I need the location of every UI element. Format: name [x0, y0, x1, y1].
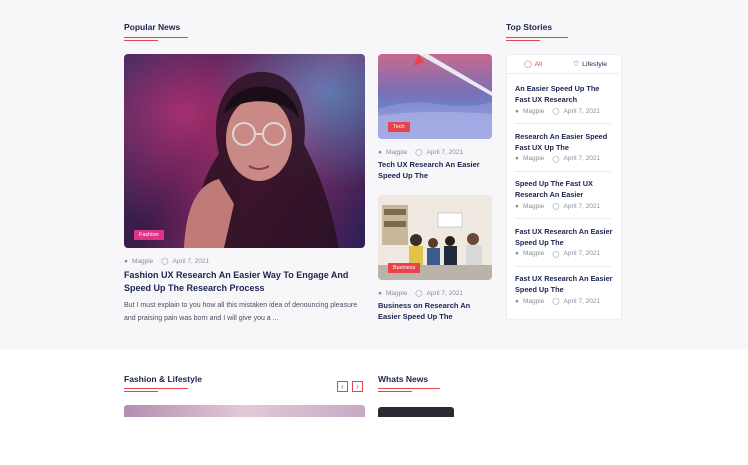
popular-news-heading: Popular News — [124, 22, 181, 32]
clock-icon: ◯ — [415, 290, 423, 297]
article-meta: ● Magpie ◯ April 7, 2021 — [124, 257, 210, 266]
user-icon: ● — [515, 155, 519, 162]
top-story-meta: ● Magpie ◯ April 7, 2021 — [515, 250, 600, 258]
fashion-lifestyle-heading: Fashion & Lifestyle — [124, 374, 202, 384]
heading-underline-short — [378, 391, 412, 392]
category-badge[interactable]: Fashion — [134, 230, 164, 240]
business-article-title[interactable]: Business on Research An Easier Speed Up … — [378, 300, 492, 322]
top-story-title[interactable]: Fast UX Research An Easier Speed Up The — [515, 226, 613, 248]
clock-icon: ◯ — [552, 155, 560, 163]
portrait-illustration — [124, 54, 365, 248]
featured-article-title[interactable]: Fashion UX Research An Easier Way To Eng… — [124, 269, 356, 295]
author-name[interactable]: Magpie — [523, 298, 544, 305]
tab-lifestyle[interactable]: ♡ Lifestyle — [573, 60, 608, 69]
top-story-meta: ● Magpie ◯ April 7, 2021 — [515, 297, 601, 306]
heading-underline — [506, 37, 568, 38]
story-divider — [515, 218, 611, 219]
author-name[interactable]: Magpie — [386, 290, 407, 297]
category-badge[interactable]: Business — [388, 263, 421, 273]
featured-article-image[interactable]: Fashion — [124, 54, 365, 248]
user-icon: ● — [515, 107, 519, 115]
user-icon: ● — [378, 148, 382, 156]
top-story-title[interactable]: Speed Up The Fast UX Research An Easier — [515, 178, 613, 200]
fashion-article-image[interactable] — [124, 405, 365, 417]
heart-icon: ♡ — [573, 61, 580, 68]
story-date: April 7, 2021 — [563, 107, 601, 115]
heading-underline-short — [506, 40, 540, 41]
top-story-title[interactable]: An Easier Speed Up The Fast UX Research — [515, 83, 613, 105]
article-meta: ● Magpie ◯ April 7, 2021 — [378, 148, 464, 157]
tab-divider — [506, 73, 620, 74]
author-name[interactable]: Magpie — [386, 149, 407, 156]
article-meta: ● Magpie ◯ April 7, 2021 — [378, 289, 464, 298]
tab-label: All — [534, 60, 543, 68]
clock-icon: ◯ — [552, 108, 560, 115]
author-name[interactable]: Magpie — [523, 108, 544, 115]
heading-underline — [378, 388, 440, 389]
clock-icon: ◯ — [552, 298, 560, 305]
user-icon: ● — [378, 289, 382, 297]
clock-icon: ◯ — [552, 203, 560, 210]
user-icon: ● — [124, 257, 128, 265]
heading-underline — [124, 388, 188, 389]
author-name[interactable]: Magpie — [523, 203, 544, 210]
article-date: April 7, 2021 — [172, 257, 210, 265]
top-story-title[interactable]: Fast UX Research An Easier Speed Up The — [515, 273, 613, 295]
tab-label: Lifestyle — [582, 60, 608, 68]
story-date: April 7, 2021 — [563, 202, 601, 210]
user-icon: ● — [515, 202, 519, 210]
clock-icon: ◯ — [161, 258, 169, 265]
tab-all[interactable]: ◯ All — [524, 60, 543, 69]
article-date: April 7, 2021 — [426, 289, 464, 297]
heading-underline-short — [124, 40, 158, 41]
top-stories-heading: Top Stories — [506, 22, 553, 32]
carousel-next-button[interactable]: › — [352, 381, 363, 392]
whats-news-article-image[interactable] — [378, 407, 454, 417]
heading-underline — [124, 37, 188, 38]
featured-article-excerpt: But I must explain to you how all this m… — [124, 302, 358, 322]
category-badge[interactable]: Tech — [388, 122, 410, 132]
top-story-meta: ● Magpie ◯ April 7, 2021 — [515, 107, 601, 116]
top-story-meta: ● Magpie ◯ April 7, 2021 — [515, 155, 600, 163]
author-name[interactable]: Magpie — [523, 155, 544, 162]
whats-news-heading: Whats News — [378, 374, 429, 384]
story-date: April 7, 2021 — [563, 250, 601, 257]
story-divider — [515, 265, 611, 267]
story-divider — [515, 170, 611, 172]
story-divider — [515, 123, 611, 124]
story-date: April 7, 2021 — [563, 155, 601, 162]
carousel-prev-button[interactable]: ‹ — [337, 381, 348, 392]
tech-article-title[interactable]: Tech UX Research An Easier Speed Up The — [378, 159, 490, 181]
heading-underline-short — [124, 391, 158, 392]
popular-section-background — [0, 0, 748, 349]
clock-icon: ◯ — [524, 61, 532, 68]
author-name[interactable]: Magpie — [132, 258, 153, 265]
clock-icon: ◯ — [415, 149, 423, 156]
top-story-meta: ● Magpie ◯ April 7, 2021 — [515, 202, 601, 211]
user-icon: ● — [515, 297, 519, 305]
author-name[interactable]: Magpie — [523, 250, 544, 257]
business-article-image[interactable]: Business — [378, 195, 492, 280]
top-story-title[interactable]: Research An Easier Speed Fast UX Up The — [515, 131, 613, 153]
tech-article-image[interactable]: Tech — [378, 54, 492, 139]
article-date: April 7, 2021 — [426, 148, 464, 156]
user-icon: ● — [515, 250, 519, 257]
story-date: April 7, 2021 — [563, 297, 601, 305]
clock-icon: ◯ — [552, 250, 560, 258]
